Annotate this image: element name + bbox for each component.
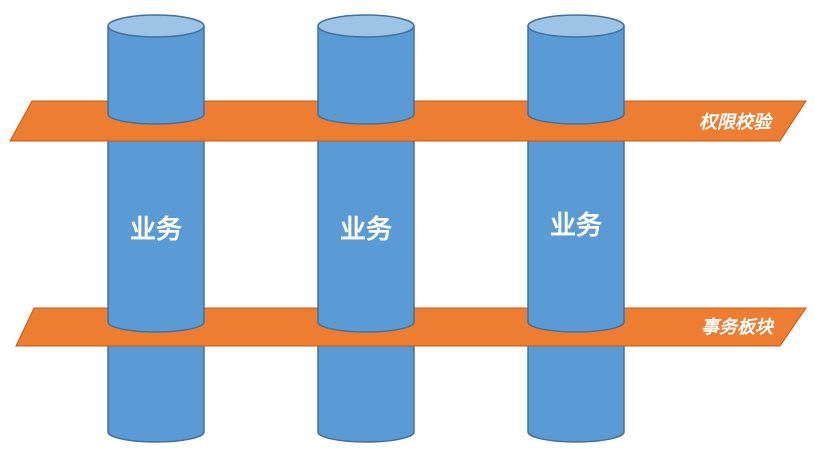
top-band-label: 权限校验 [699,112,774,133]
cylinder-2-label: 业务 [340,215,392,245]
bottom-band-label: 事务板块 [701,317,775,338]
cylinder-3-middle: 业务 [527,119,625,333]
cylinder-1-top [107,14,205,38]
cylinder-2-upper [317,14,415,125]
architecture-diagram: 事务板块 业务 业务 业务 权限校验 [9,14,807,443]
cylinder-2-top [317,14,415,38]
cylinder-1-middle: 业务 [107,119,205,333]
cylinder-3-top [527,14,625,38]
cylinder-middle-segments: 业务 业务 业务 [107,119,625,333]
cylinder-2-middle: 业务 [317,119,415,333]
cylinder-3-label: 业务 [550,211,602,241]
cylinder-1-upper [107,14,205,125]
cylinder-upper-segments [107,14,625,125]
cylinder-1-label: 业务 [130,215,182,245]
cylinder-3-upper [527,14,625,125]
